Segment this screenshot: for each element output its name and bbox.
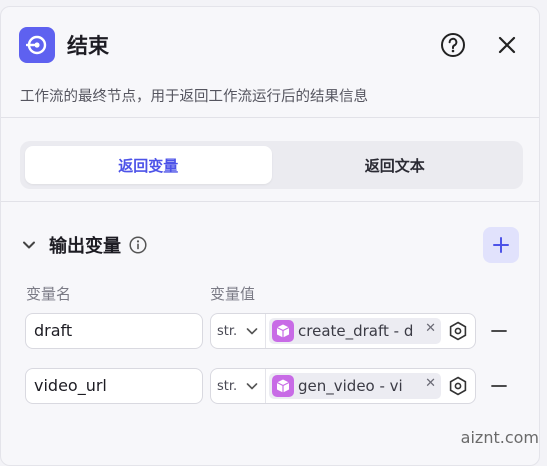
column-label-name: 变量名 [26, 283, 71, 304]
chevron-down-icon [245, 379, 259, 393]
variable-name-input[interactable]: video_url [25, 368, 203, 404]
info-icon[interactable] [129, 236, 147, 254]
column-label-value: 变量值 [210, 283, 255, 304]
remove-reference-icon[interactable]: ✕ [425, 376, 436, 391]
plus-icon [492, 236, 510, 254]
tab-return-text[interactable]: 返回文本 [272, 146, 519, 184]
output-variables-header: 输出变量 [21, 227, 519, 263]
minus-icon [490, 377, 508, 395]
reference-text: create_draft - d [298, 322, 424, 340]
section-title: 输出变量 [49, 232, 121, 258]
watermark: aiznt.com [461, 428, 539, 447]
close-icon[interactable] [493, 31, 521, 59]
minus-icon [490, 322, 508, 340]
divider [1, 117, 539, 118]
add-variable-button[interactable] [483, 227, 519, 263]
cube-icon [272, 375, 294, 397]
help-icon[interactable] [439, 31, 467, 59]
variable-name-input[interactable]: draft [25, 313, 203, 349]
tab-return-variables[interactable]: 返回变量 [25, 146, 272, 184]
end-node-icon [19, 27, 55, 63]
remove-reference-icon[interactable]: ✕ [425, 321, 436, 336]
remove-row-button[interactable] [487, 374, 511, 398]
chevron-down-icon [245, 324, 259, 338]
chevron-down-icon[interactable] [21, 237, 37, 253]
variable-reference-tag[interactable]: gen_video - vi ✕ [269, 373, 441, 399]
type-select[interactable]: str. [211, 369, 266, 403]
cube-icon [272, 320, 294, 342]
variable-reference-tag[interactable]: create_draft - d ✕ [269, 318, 441, 344]
panel-header: 结束 [19, 25, 521, 65]
divider [1, 201, 539, 202]
node-description: 工作流的最终节点，用于返回工作流运行后的结果信息 [20, 85, 368, 106]
type-label: str. [217, 324, 237, 339]
variable-picker-icon[interactable] [447, 375, 469, 397]
end-node-panel: 结束 工作流的最终节点，用于返回工作流运行后的结果信息 返回变量 返回文本 [0, 6, 540, 466]
remove-row-button[interactable] [487, 319, 511, 343]
variable-value-field: str. create_draft - d ✕ [210, 313, 476, 349]
return-mode-tabs: 返回变量 返回文本 [20, 141, 523, 189]
variable-picker-icon[interactable] [447, 320, 469, 342]
type-select[interactable]: str. [211, 314, 266, 348]
type-label: str. [217, 379, 237, 394]
variable-value-field: str. gen_video - vi ✕ [210, 368, 476, 404]
reference-text: gen_video - vi [298, 377, 424, 395]
node-title: 结束 [67, 30, 109, 60]
